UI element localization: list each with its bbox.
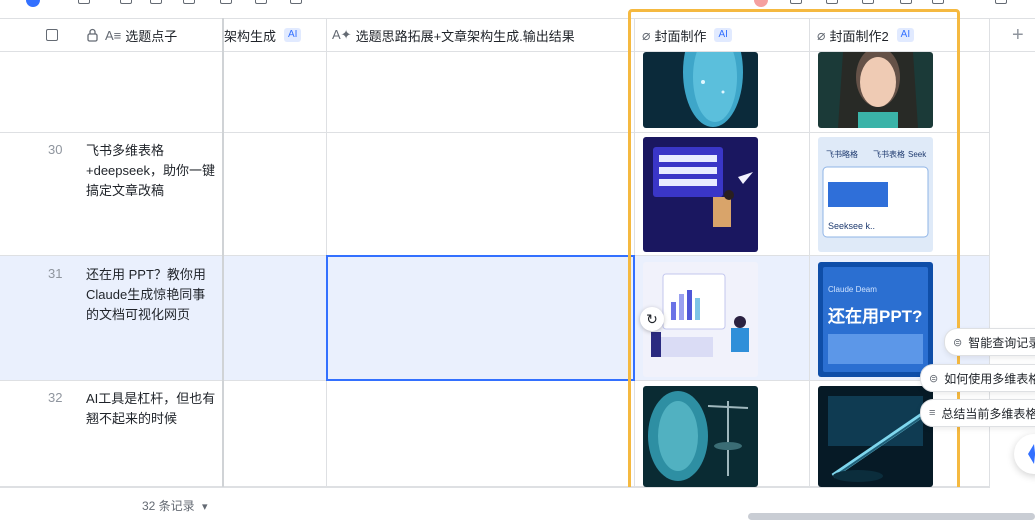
- thumb-text: Seeksee k..: [828, 221, 875, 231]
- ai-badge: AI: [896, 28, 915, 42]
- frozen-column-divider: [222, 18, 224, 524]
- ai-suggestion-label: 总结当前多维表格: [941, 406, 1035, 421]
- row-title[interactable]: AI工具是杠杆，但也有翘不起来的时候: [86, 389, 218, 429]
- avatar-icon[interactable]: [26, 0, 40, 7]
- selected-cell[interactable]: [326, 255, 635, 381]
- thumb-text: Claude Deam: [828, 285, 877, 294]
- toolbar-icon-7[interactable]: [290, 0, 302, 4]
- column-cover-label: 封面制作: [654, 28, 707, 44]
- ai-suggestion-chip[interactable]: ⊜ 智能查询记录: [944, 328, 1035, 356]
- ai-assistant-icon: [1028, 444, 1035, 464]
- column-header-expand[interactable]: A✦ 选题思路拓展+文章架构生成.输出结果: [332, 19, 632, 51]
- thumb-text: Seek: [908, 150, 927, 159]
- row-number: 31: [48, 266, 63, 281]
- cover2-image-thumb[interactable]: [818, 52, 933, 128]
- column-header-cover[interactable]: ⌀ 封面制作 AI: [642, 19, 808, 51]
- toolbar-icon-10[interactable]: [862, 0, 874, 4]
- ai-suggestion-chip[interactable]: ≡ 总结当前多维表格: [920, 399, 1035, 427]
- checkbox-icon[interactable]: [46, 29, 58, 41]
- text-field-icon: A≡: [105, 27, 122, 43]
- ai-badge: AI: [284, 28, 302, 42]
- toolbar-icon-2[interactable]: [120, 0, 132, 4]
- select-all-checkbox[interactable]: [46, 19, 58, 51]
- column-header-structure[interactable]: 架构生成 AI: [224, 19, 324, 51]
- thumb-text: 还在用PPT?: [827, 306, 922, 326]
- ai-text-icon: A✦: [332, 27, 352, 42]
- undo-icon[interactable]: [900, 0, 912, 4]
- column-divider: [634, 18, 635, 487]
- toolbar-icon-4[interactable]: [183, 0, 195, 4]
- lock-icon: [87, 28, 98, 42]
- cover-image-thumb[interactable]: [643, 137, 758, 252]
- ai-assistant-icon: ⊜: [953, 336, 963, 349]
- cover2-image-thumb[interactable]: 飞书略格 飞书表格 Seek Seeksee k..: [818, 137, 933, 252]
- ai-suggestion-chip[interactable]: ⊜ 如何使用多维表格: [920, 364, 1035, 392]
- redo-icon[interactable]: [932, 0, 944, 4]
- refresh-icon[interactable]: ↻: [640, 307, 664, 331]
- row-title[interactable]: 飞书多维表格+deepseek，助你一键搞定文章改稿: [86, 141, 218, 201]
- attachment-icon: ⌀: [642, 26, 651, 43]
- toolbar-icon-8[interactable]: [790, 0, 802, 4]
- chevron-down-icon[interactable]: ▾: [202, 501, 208, 513]
- toolbar-icon-1[interactable]: [78, 0, 90, 4]
- row-number: 30: [48, 142, 63, 157]
- ai-assistant-icon: ≡: [929, 407, 936, 419]
- column-title-label: 选题点子: [125, 28, 178, 44]
- cover-image-thumb[interactable]: [643, 52, 758, 128]
- column-header-cover2[interactable]: ⌀ 封面制作2 AI: [817, 19, 987, 51]
- toolbar-icon-3[interactable]: [150, 0, 162, 4]
- ai-suggestion-label: 如何使用多维表格: [944, 371, 1035, 386]
- row-title[interactable]: 还在用 PPT？教你用Claude生成惊艳同事的文档可视化网页: [86, 265, 218, 325]
- horizontal-scrollbar[interactable]: [748, 513, 1035, 520]
- ai-assistant-button[interactable]: [1014, 434, 1035, 474]
- column-divider: [326, 18, 327, 487]
- column-cover2-label: 封面制作2: [829, 28, 889, 44]
- toolbar-icon-6[interactable]: [255, 0, 267, 4]
- toolbar-icon-5[interactable]: [220, 0, 232, 4]
- attachment-icon: ⌀: [817, 26, 826, 43]
- ai-assistant-icon: ⊜: [929, 372, 939, 385]
- row-number: 32: [48, 390, 63, 405]
- thumb-text: 飞书略格: [826, 149, 858, 159]
- add-column-button[interactable]: +: [1012, 24, 1024, 47]
- thumb-text: 飞书表格: [873, 149, 905, 159]
- search-icon[interactable]: [995, 0, 1007, 4]
- column-divider: [809, 18, 810, 487]
- top-toolbar: [0, 0, 1035, 18]
- record-count[interactable]: 32 条记录 ▾: [142, 497, 208, 514]
- record-count-label: 32 条记录: [142, 499, 195, 513]
- table-header: A≡ 选题点子 架构生成 AI A✦ 选题思路拓展+文章架构生成.输出结果 ⌀ …: [0, 18, 1035, 52]
- notification-icon[interactable]: [754, 0, 768, 7]
- cover2-image-thumb[interactable]: [818, 386, 933, 487]
- column-header-title[interactable]: A≡ 选题点子: [86, 19, 220, 51]
- column-expand-label: 选题思路拓展+文章架构生成.输出结果: [355, 28, 575, 44]
- ai-badge: AI: [714, 28, 732, 42]
- toolbar-icon-9[interactable]: [826, 0, 838, 4]
- cover2-image-thumb[interactable]: Claude Deam 还在用PPT?: [818, 262, 933, 377]
- column-structure-label: 架构生成: [224, 28, 277, 44]
- ai-suggestion-label: 智能查询记录: [968, 335, 1035, 350]
- cover-image-thumb[interactable]: [643, 386, 758, 487]
